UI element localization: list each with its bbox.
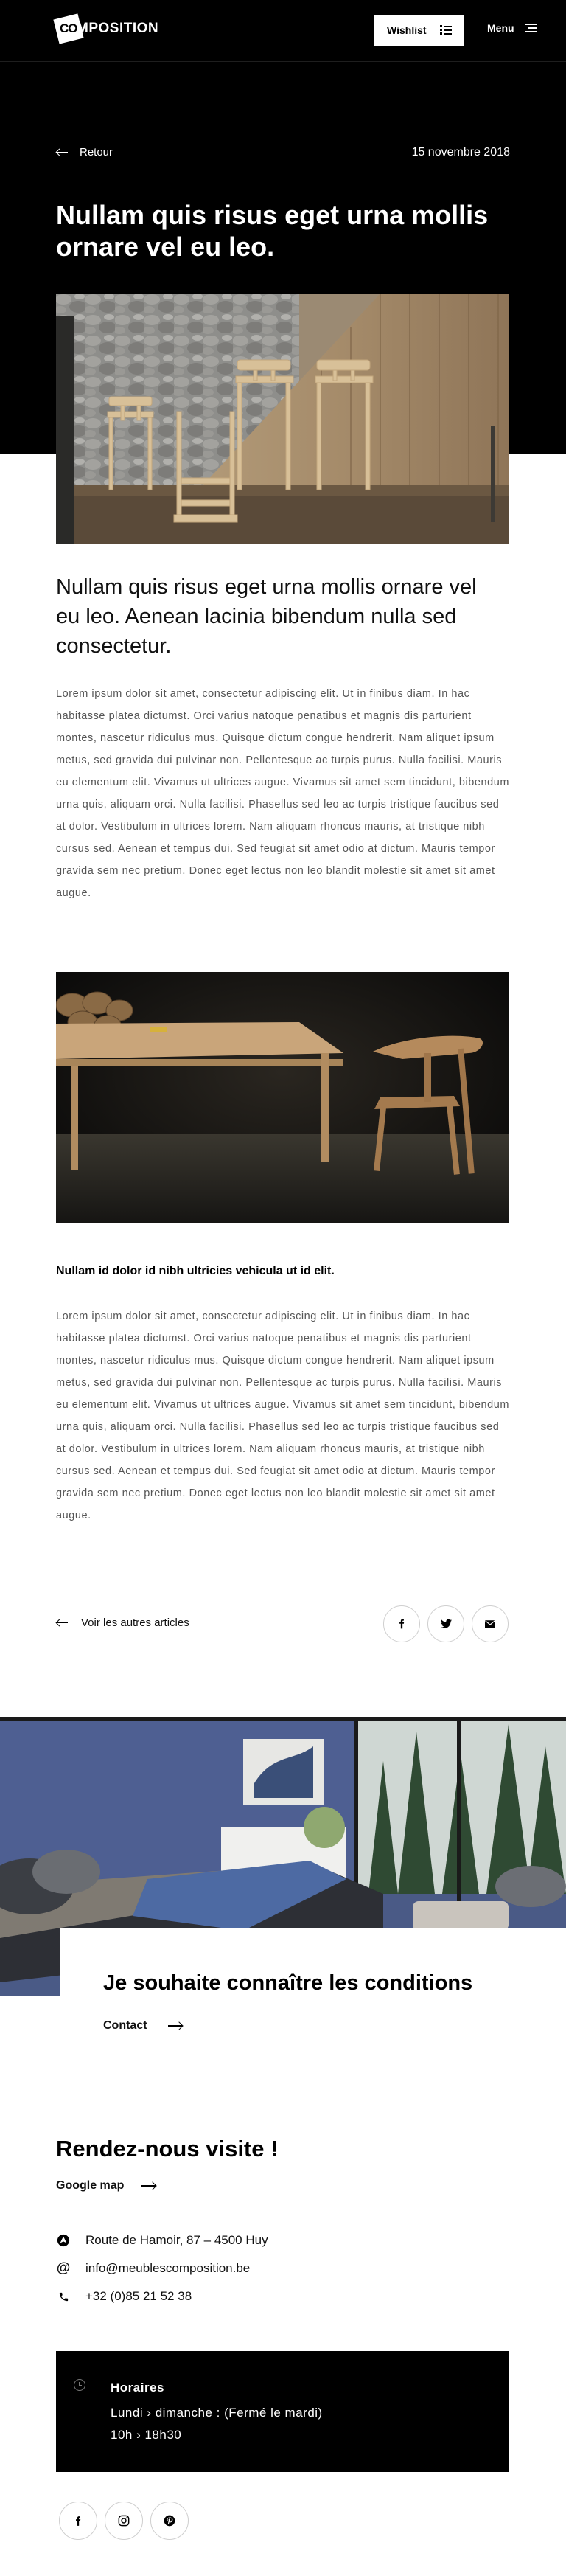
social-facebook-button[interactable] [59, 2502, 97, 2540]
facebook-icon [399, 1619, 405, 1629]
other-articles-label: Voir les autres articles [81, 1617, 189, 1629]
wishlist-label: Wishlist [387, 24, 427, 36]
wishlist-button[interactable]: Wishlist [374, 15, 464, 46]
menu-label: Menu [487, 22, 514, 34]
social-pinterest-button[interactable] [150, 2502, 189, 2540]
share-mail-button[interactable] [472, 1605, 509, 1642]
clock-icon [74, 2379, 85, 2391]
other-articles-link[interactable]: Voir les autres articles [56, 1617, 189, 1629]
promo-card [60, 1928, 566, 2097]
article-body-1: Lorem ipsum dolor sit amet, consectetur … [56, 688, 509, 899]
promo-title: Je souhaite connaître les conditions [103, 1971, 473, 1995]
menu-button[interactable]: Menu [487, 22, 537, 34]
article-date: 15 novembre 2018 [411, 146, 510, 159]
mail-icon [485, 1619, 495, 1628]
pinterest-icon [164, 2515, 175, 2527]
arrow-left-icon [56, 149, 68, 156]
back-link[interactable]: Retour [56, 146, 113, 159]
logo[interactable]: CO MPOSITION [53, 13, 159, 44]
address-row: Route de Hamoir, 87 – 4500 Huy [56, 2233, 268, 2248]
google-map-link[interactable]: Google map [56, 2179, 156, 2193]
at-icon: @ [56, 2260, 71, 2276]
email-text[interactable]: info@meublescomposition.be [85, 2261, 250, 2276]
share-twitter-button[interactable] [427, 1605, 464, 1642]
article-title: Nullam quis risus eget urna mollis ornar… [56, 200, 489, 262]
contact-link[interactable]: Contact [103, 2019, 183, 2032]
location-icon [56, 2233, 71, 2248]
hamburger-icon [524, 24, 537, 32]
article-image-chairs [56, 294, 509, 544]
visit-title: Rendez-nous visite ! [56, 2136, 279, 2162]
arrow-left-icon [56, 1619, 68, 1627]
article-body-2: Lorem ipsum dolor sit amet, consectetur … [56, 1310, 509, 1521]
facebook-icon [76, 2516, 81, 2526]
article-subheading: Nullam id dolor id nibh ultricies vehicu… [56, 1265, 335, 1277]
article-image-table [56, 972, 509, 1223]
logo-mark: CO [53, 13, 84, 44]
hours-days: Lundi › dimanche : (Fermé le mardi) [111, 2406, 323, 2420]
email-row[interactable]: @ info@meublescomposition.be [56, 2260, 251, 2276]
article-lead: Nullam quis risus eget urna mollis ornar… [56, 575, 477, 658]
site-header: CO MPOSITION Wishlist Menu [0, 0, 566, 62]
hours-title: Horaires [111, 2381, 164, 2395]
address-text: Route de Hamoir, 87 – 4500 Huy [85, 2233, 268, 2247]
back-label: Retour [80, 146, 113, 159]
hours-time: 10h › 18h30 [111, 2428, 182, 2442]
phone-text[interactable]: +32 (0)85 21 52 38 [85, 2289, 192, 2304]
contact-label: Contact [103, 2019, 147, 2032]
arrow-right-icon [142, 2181, 156, 2190]
instagram-icon [118, 2515, 130, 2527]
arrow-right-icon [167, 2021, 183, 2030]
list-icon [440, 24, 452, 35]
phone-row[interactable]: +32 (0)85 21 52 38 [56, 2289, 192, 2304]
share-facebook-button[interactable] [383, 1605, 420, 1642]
social-instagram-button[interactable] [105, 2502, 143, 2540]
google-map-label: Google map [56, 2179, 125, 2192]
logo-text: MPOSITION [77, 21, 159, 36]
twitter-icon [440, 1619, 452, 1628]
logo-mark-text: CO [60, 21, 77, 35]
phone-icon [56, 2289, 71, 2304]
